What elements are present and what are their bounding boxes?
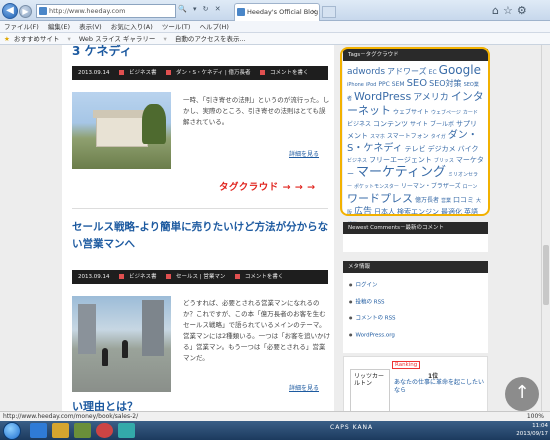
tag-cloud-annotation: タグクラウド → → → — [219, 182, 316, 193]
chrome-taskbar-icon[interactable] — [96, 423, 113, 438]
meta-widget: メタ情報 ログイン 投稿の RSS コメントの RSS WordPress.or… — [343, 261, 488, 353]
system-tray[interactable]: CAPS KANA — [330, 424, 373, 431]
post1-comment-link[interactable]: コメントを書く — [270, 70, 309, 76]
fav-link-recommended[interactable]: おすすめサイト — [14, 35, 60, 43]
tab-title: Heeday's Official Blog | ... — [247, 8, 319, 16]
post2-read-more[interactable]: 詳細を見る — [289, 383, 319, 392]
vertical-scrollbar[interactable] — [541, 45, 550, 411]
url-text: http://www.heeday.com — [49, 7, 126, 15]
menu-view[interactable]: 表示(V) — [79, 23, 102, 31]
meta-link-posts-rss[interactable]: 投稿の RSS — [349, 294, 482, 311]
app-taskbar-icon[interactable] — [74, 423, 91, 438]
meta-link-comments-rss[interactable]: コメントの RSS — [349, 310, 482, 327]
scroll-to-top-button[interactable]: ↑ — [505, 377, 539, 411]
building-shape — [78, 304, 96, 354]
divider — [72, 208, 328, 209]
forward-button[interactable]: ▶ — [19, 5, 32, 18]
meta-heading: メタ情報 — [343, 261, 488, 273]
favorites-star-icon[interactable]: ★ — [4, 35, 10, 43]
tag-icon — [166, 70, 172, 75]
site-favicon-icon — [39, 7, 47, 15]
ie-taskbar-icon[interactable] — [30, 423, 47, 438]
fav-separator-2: ▾ — [163, 35, 167, 43]
post3-title[interactable]: い理由とは？ — [72, 398, 138, 411]
tab-blog[interactable]: Heeday's Official Blog | ... × — [234, 3, 320, 21]
app2-taskbar-icon[interactable] — [118, 423, 135, 438]
toolbar-icons[interactable]: ⌂☆⚙ — [492, 4, 531, 17]
new-tab-button[interactable] — [322, 6, 336, 18]
meta-link-wordpress[interactable]: WordPress.org — [349, 327, 482, 344]
explorer-taskbar-icon[interactable] — [52, 423, 69, 438]
post1-category[interactable]: ビジネス書 — [129, 70, 157, 76]
ranking-badge: Ranking — [392, 361, 421, 369]
tree-shape — [142, 104, 166, 144]
post2-excerpt: どうすれば、必要とされる営業マンになれるのか？これですが、この本「億万長者のお客… — [183, 299, 331, 362]
ad-text[interactable]: あなたの仕事に革命を起こしたいなら — [394, 379, 484, 395]
newest-comments-widget: Newest Comments－最新のコメント — [343, 222, 488, 252]
menu-help[interactable]: ヘルプ(H) — [200, 23, 229, 31]
folder-icon — [119, 70, 125, 75]
newest-comments-heading: Newest Comments－最新のコメント — [343, 222, 488, 234]
favorites-bar: ★ おすすめサイト ▾ Web スライス ギャラリー ▾ 自動のアクセスを表示.… — [0, 33, 550, 45]
post2-date: 2013.09.14 — [78, 274, 110, 280]
comment-icon — [235, 274, 241, 279]
post2-meta: 2013.09.14 ビジネス書 セールス | 営業マン コメントを書く — [72, 270, 328, 284]
url-input[interactable]: http://www.heeday.com — [36, 4, 176, 18]
clock[interactable]: 11:04 2013/09/17 — [512, 422, 548, 438]
back-button[interactable]: ◀ — [2, 3, 18, 19]
taskbar: CAPS KANA 11:04 2013/09/17 — [0, 421, 550, 440]
post2-category[interactable]: ビジネス書 — [129, 274, 157, 280]
post2-title[interactable]: セールス戦略-より簡単に売りたいけど方法が分からない営業マンへ — [72, 219, 330, 253]
tab-favicon-icon — [237, 8, 245, 16]
address-actions[interactable]: 🔍 ▾ ↻ ✕ — [178, 5, 223, 13]
clock-date: 2013/09/17 — [516, 431, 548, 437]
status-bar: http://www.heeday.com/money/book/sales-2… — [0, 411, 550, 421]
post2-tags[interactable]: セールス | 営業マン — [176, 274, 225, 280]
post1-date: 2013.09.14 — [78, 70, 110, 76]
fav-link-web-slice[interactable]: Web スライス ギャラリー — [79, 35, 156, 43]
post1-title[interactable]: 3 ケネディ — [72, 45, 132, 59]
tag-cloud-highlight — [340, 47, 490, 216]
post1-meta: 2013.09.14 ビジネス書 ダン・S・ケネディ | 億万長者 コメントを書… — [72, 66, 328, 80]
menu-edit[interactable]: 編集(E) — [48, 23, 70, 31]
post1-excerpt: 一時、「引き寄せの法則」というのが流行った。しかし、実際のところ、引き寄せの法則… — [183, 96, 330, 126]
menu-file[interactable]: ファイル(F) — [4, 23, 39, 31]
browser-window: ◀ ▶ http://www.heeday.com 🔍 ▾ ↻ ✕ Heeday… — [0, 0, 550, 440]
menu-favorites[interactable]: お気に入り(A) — [111, 23, 153, 31]
clock-time: 11:04 — [532, 423, 548, 429]
person-shape — [102, 348, 108, 366]
page-content: 3 ケネディ 2013.09.14 ビジネス書 ダン・S・ケネディ | 億万長者… — [0, 45, 541, 411]
start-button[interactable] — [3, 422, 21, 440]
tag-icon — [166, 274, 172, 279]
book-cover[interactable]: リッツカールトン — [350, 369, 390, 411]
building-shape — [142, 300, 164, 356]
book-ad[interactable]: リッツカールトン Ranking 1位 あなたの仕事に革命を起こしたいなら — [343, 356, 488, 411]
comment-icon — [260, 70, 266, 75]
post1-thumbnail[interactable] — [72, 92, 171, 169]
post2-comment-link[interactable]: コメントを書く — [245, 274, 284, 280]
post1-tags[interactable]: ダン・S・ケネディ | 億万長者 — [176, 70, 250, 76]
house-shape — [93, 110, 151, 147]
status-url: http://www.heeday.com/money/book/sales-2… — [3, 413, 139, 420]
scrollbar-thumb[interactable] — [543, 245, 549, 305]
menu-bar: ファイル(F) 編集(E) 表示(V) お気に入り(A) ツール(T) ヘルプ(… — [0, 21, 550, 33]
post1-read-more[interactable]: 詳細を見る — [289, 149, 319, 158]
folder-icon — [119, 274, 125, 279]
fav-separator: ▾ — [67, 35, 71, 43]
address-bar-row: ◀ ▶ http://www.heeday.com 🔍 ▾ ↻ ✕ Heeday… — [0, 0, 550, 21]
tab-close-icon[interactable]: × — [311, 4, 317, 20]
meta-link-login[interactable]: ログイン — [349, 277, 482, 294]
person-shape — [122, 340, 128, 358]
fav-link-auto[interactable]: 自動のアクセスを表示... — [175, 35, 246, 43]
post2-thumbnail[interactable] — [72, 296, 171, 392]
menu-tools[interactable]: ツール(T) — [162, 23, 191, 31]
